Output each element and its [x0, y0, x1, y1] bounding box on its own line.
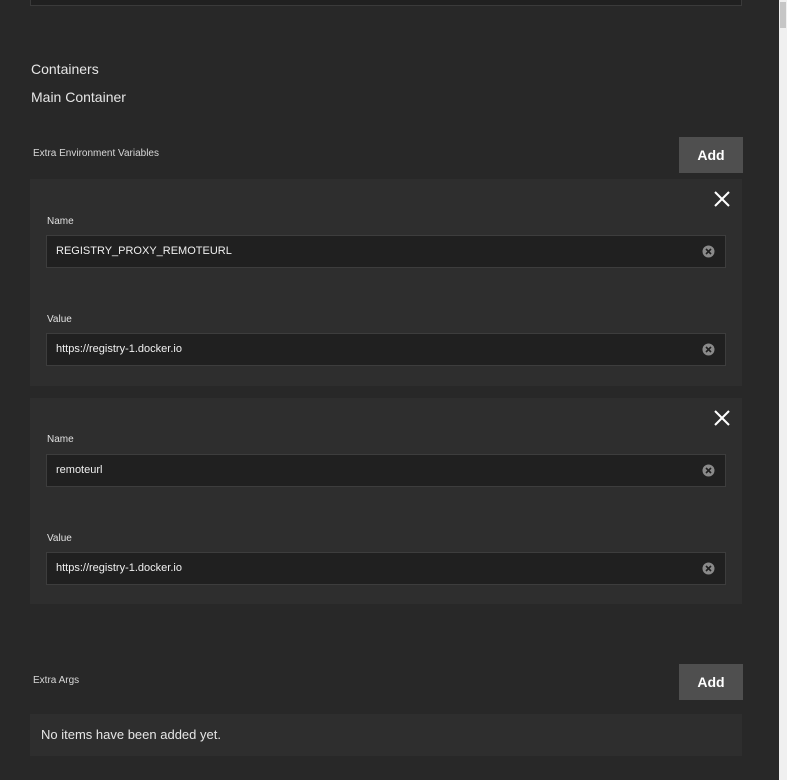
name-input[interactable]: REGISTRY_PROXY_REMOTEURL [46, 235, 726, 268]
env-var-item: Name REGISTRY_PROXY_REMOTEURL Value http… [30, 179, 742, 386]
main-container-heading: Main Container [31, 89, 126, 105]
previous-field[interactable] [30, 0, 742, 6]
name-label: Name [47, 434, 74, 445]
close-icon[interactable] [712, 408, 732, 428]
scrollbar-thumb[interactable] [780, 2, 786, 28]
extra-args-empty-state: No items have been added yet. [30, 714, 742, 756]
add-extra-arg-button[interactable]: Add [679, 664, 743, 700]
env-vars-label: Extra Environment Variables [33, 148, 159, 159]
name-label: Name [47, 216, 74, 227]
close-icon[interactable] [712, 189, 732, 209]
clear-circle-icon[interactable] [702, 562, 715, 575]
clear-circle-icon[interactable] [702, 464, 715, 477]
add-env-var-button[interactable]: Add [679, 137, 743, 173]
name-input[interactable]: remoteurl [46, 454, 726, 487]
clear-circle-icon[interactable] [702, 343, 715, 356]
app-config-page: Containers Main Container Extra Environm… [0, 0, 787, 780]
value-input[interactable]: https://registry-1.docker.io [46, 333, 726, 366]
empty-state-text: No items have been added yet. [41, 727, 221, 742]
value-label: Value [47, 314, 72, 325]
containers-heading: Containers [31, 61, 99, 77]
value-input-value: https://registry-1.docker.io [56, 343, 182, 355]
value-label: Value [47, 533, 72, 544]
extra-args-label: Extra Args [33, 675, 80, 686]
clear-circle-icon[interactable] [702, 245, 715, 258]
name-input-value: REGISTRY_PROXY_REMOTEURL [56, 245, 232, 257]
env-var-item: Name remoteurl Value https://registry-1.… [30, 398, 742, 604]
value-input-value: https://registry-1.docker.io [56, 562, 182, 574]
value-input[interactable]: https://registry-1.docker.io [46, 552, 726, 585]
vertical-scrollbar[interactable] [779, 0, 787, 780]
name-input-value: remoteurl [56, 464, 103, 476]
